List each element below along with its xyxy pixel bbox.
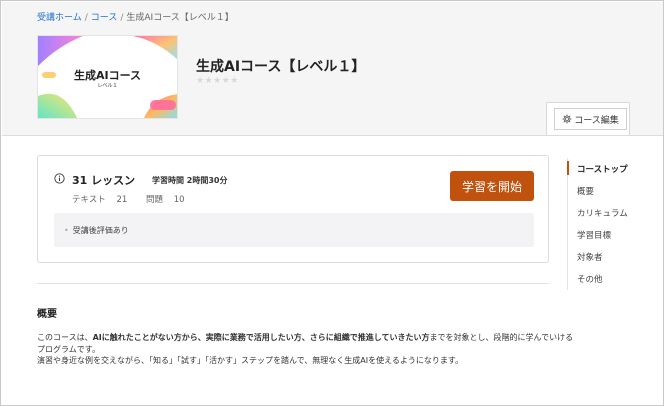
nav-item-goals[interactable]: 学習目標	[567, 224, 657, 246]
side-navigation: コーストップ 概要 カリキュラム 学習目標 対象者 その他	[567, 158, 657, 290]
edit-course-button[interactable]: コース編集	[554, 108, 627, 130]
breadcrumb-separator: /	[84, 13, 88, 23]
lesson-count: 31 レッスン	[72, 174, 136, 187]
evaluation-box: • 受講後評価あり	[54, 213, 534, 247]
breadcrumb: 受講ホーム / コース / 生成AIコース【レベル１】	[37, 10, 234, 23]
evaluation-item: • 受講後評価あり	[64, 226, 129, 235]
info-icon	[54, 173, 65, 184]
nav-item-audience[interactable]: 対象者	[567, 246, 657, 268]
breadcrumb-current: 生成AIコース【レベル１】	[126, 13, 234, 23]
overview-paragraph: このコースは、AIに触れたことがない方から、実際に業務で活用したい方、さらに組織…	[37, 333, 574, 354]
nav-item-curriculum[interactable]: カリキュラム	[567, 202, 657, 224]
thumbnail-subtitle: レベル１	[97, 83, 118, 89]
gear-icon	[562, 114, 572, 124]
nav-item-course-top[interactable]: コーストップ	[567, 158, 657, 180]
quiz-count: 問題 10	[145, 195, 185, 205]
lesson-card: 31 レッスン 学習時間 2時間30分 テキスト 21 問題 10 学習を開始 …	[37, 155, 549, 263]
nav-item-overview[interactable]: 概要	[567, 180, 657, 202]
start-learning-button[interactable]: 学習を開始	[450, 171, 534, 201]
course-thumbnail: 生成AIコース レベル１	[37, 35, 178, 119]
edit-course-label: コース編集	[574, 115, 619, 126]
breadcrumb-home-link[interactable]: 受講ホーム	[37, 13, 82, 23]
content-counts: テキスト 21 問題 10	[72, 193, 201, 205]
page-frame: 受講ホーム / コース / 生成AIコース【レベル１】 生成AIコース レベル１…	[0, 0, 664, 406]
thumbnail-title: 生成AIコース	[73, 69, 142, 82]
section-divider	[37, 283, 549, 284]
overview-title: 概要	[37, 309, 57, 320]
breadcrumb-separator: /	[120, 13, 124, 23]
rating-stars: ★★★★★	[196, 76, 239, 86]
course-title: 生成AIコース【レベル１】	[196, 59, 366, 75]
breadcrumb-courses-link[interactable]: コース	[91, 13, 118, 23]
overview-paragraph: 演習や身近な例を交えながら、「知る」「試す」「活かす」ステップを踏んで、無理なく…	[37, 356, 464, 365]
study-time: 学習時間 2時間30分	[152, 176, 228, 185]
header-divider	[2, 135, 663, 136]
nav-item-other[interactable]: その他	[567, 268, 657, 290]
text-count: テキスト 21	[72, 195, 128, 205]
overview-text: このコースは、AIに触れたことがない方から、実際に業務で活用したい方、さらに組織…	[37, 332, 577, 367]
